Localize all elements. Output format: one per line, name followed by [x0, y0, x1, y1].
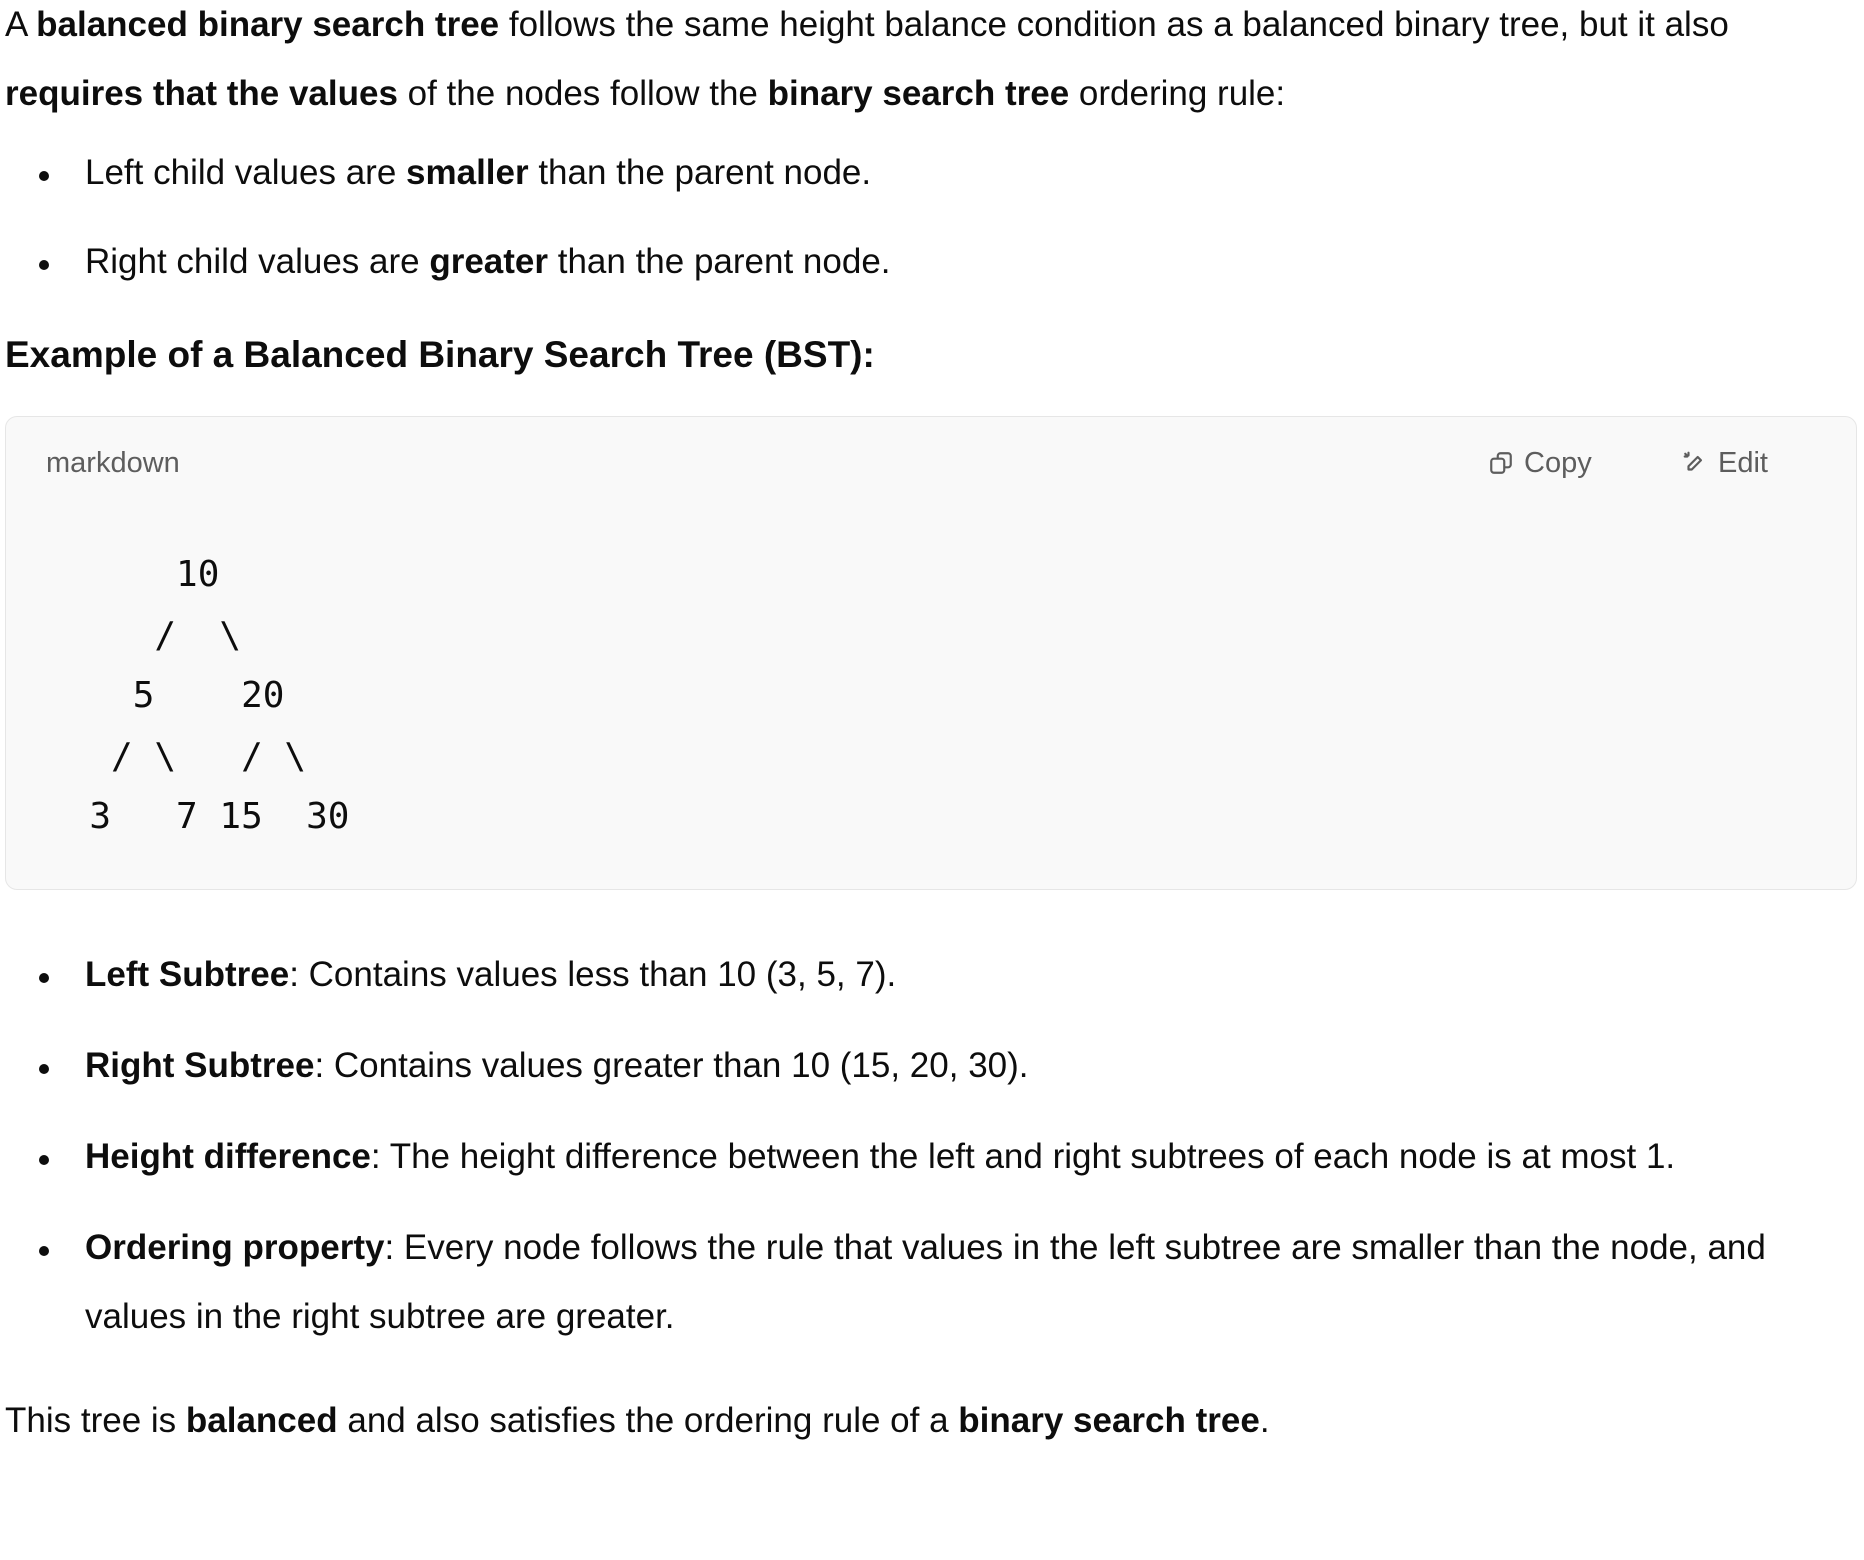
closing-paragraph: This tree is balanced and also satisfies…: [5, 1386, 1860, 1455]
list-item: Left Subtree: Contains values less than …: [5, 940, 1860, 1009]
closing-bold-bst: binary search tree: [958, 1401, 1260, 1440]
property-name: Ordering property: [85, 1228, 385, 1267]
copy-icon: [1488, 450, 1514, 476]
rule-bold: greater: [429, 242, 549, 281]
list-item: Height difference: The height difference…: [5, 1122, 1860, 1191]
rule-text: than the parent node.: [528, 153, 872, 192]
copy-button[interactable]: Copy: [1488, 443, 1592, 483]
intro-bold-balanced-bst: balanced binary search tree: [36, 5, 500, 44]
property-text: : Contains values less than 10 (3, 5, 7)…: [289, 955, 897, 994]
property-name: Height difference: [85, 1137, 371, 1176]
pencil-icon: [1682, 450, 1708, 476]
response-document: A balanced binary search tree follows th…: [5, 0, 1860, 1455]
intro-bold-bst: binary search tree: [767, 74, 1070, 113]
list-item: Right child values are greater than the …: [5, 227, 1860, 296]
intro-text-3: of the nodes follow the: [397, 74, 768, 113]
intro-bold-requires-values: requires that the values: [5, 74, 398, 113]
example-heading: Example of a Balanced Binary Search Tree…: [5, 334, 875, 375]
closing-text-2: and also satisfies the ordering rule of …: [337, 1401, 959, 1440]
closing-text-3: .: [1259, 1401, 1270, 1440]
property-text: : The height difference between the left…: [370, 1137, 1676, 1176]
list-item: Left child values are smaller than the p…: [5, 138, 1860, 207]
property-text: : Contains values greater than 10 (15, 2…: [314, 1046, 1029, 1085]
ordering-rules-list: Left child values are smaller than the p…: [5, 138, 1860, 296]
code-language-label: markdown: [46, 447, 180, 479]
closing-text-1: This tree is: [5, 1401, 186, 1440]
intro-text-4: ordering rule:: [1069, 74, 1286, 113]
rule-text: than the parent node.: [548, 242, 891, 281]
edit-label: Edit: [1718, 447, 1768, 479]
rule-text: Right child values are: [85, 242, 430, 281]
edit-button[interactable]: Edit: [1682, 443, 1768, 483]
list-item: Right Subtree: Contains values greater t…: [5, 1031, 1860, 1100]
rule-bold: smaller: [406, 153, 529, 192]
intro-text-2: follows the same height balance conditio…: [499, 5, 1729, 44]
tree-properties-list: Left Subtree: Contains values less than …: [5, 940, 1860, 1351]
rule-text: Left child values are: [85, 153, 407, 192]
property-name: Right Subtree: [85, 1046, 315, 1085]
code-content: 10 / \ 5 20 / \ / \ 3 7 15 30: [89, 554, 350, 837]
list-item: Ordering property: Every node follows th…: [5, 1213, 1860, 1351]
copy-label: Copy: [1524, 447, 1592, 479]
closing-bold-balanced: balanced: [185, 1401, 338, 1440]
code-block: markdown Copy Edit 10 / \ 5 20 / \ / \ 3…: [5, 416, 1857, 890]
property-name: Left Subtree: [85, 955, 290, 994]
code-block-header: markdown Copy Edit: [6, 417, 1856, 509]
intro-text-1: A: [5, 5, 37, 44]
intro-paragraph: A balanced binary search tree follows th…: [5, 0, 1860, 128]
